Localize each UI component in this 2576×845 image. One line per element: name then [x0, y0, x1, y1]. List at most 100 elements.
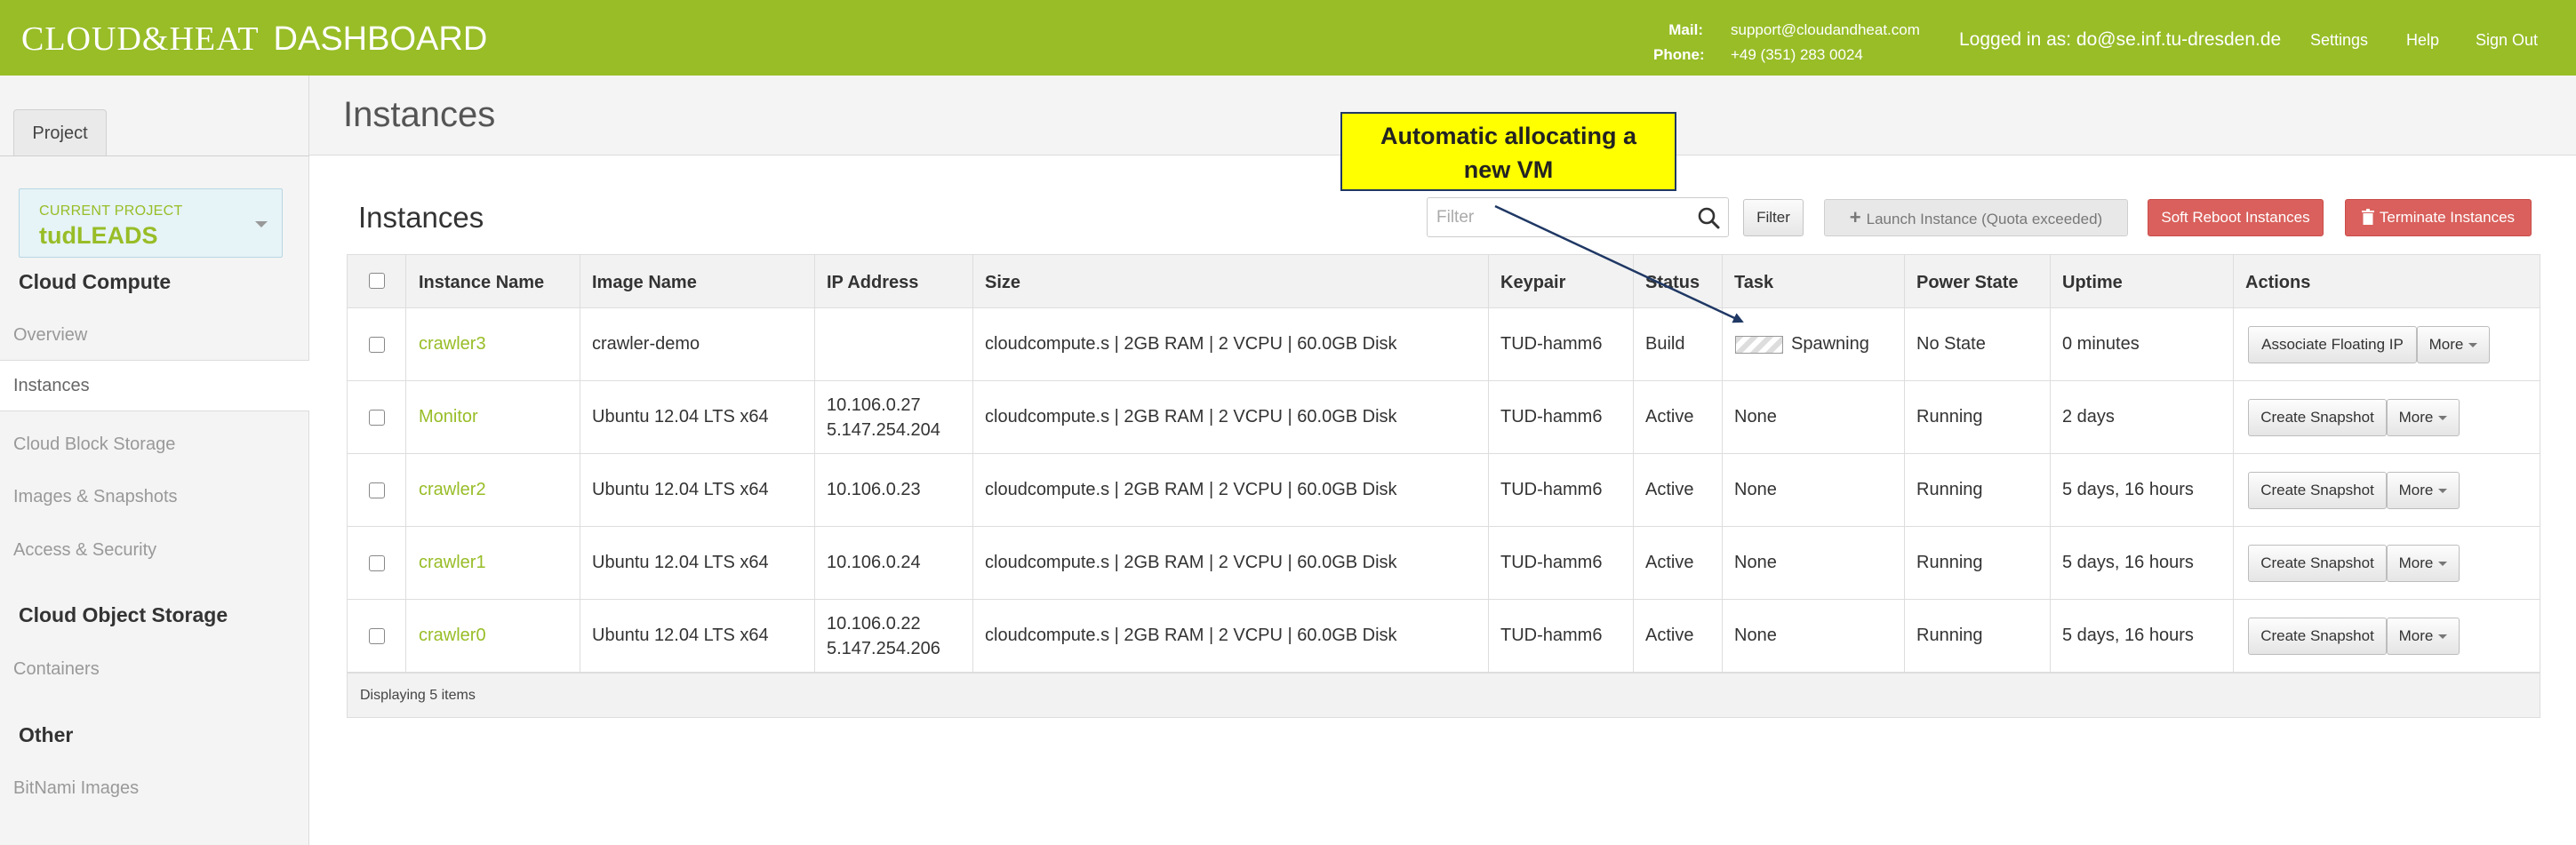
create-snapshot-button[interactable]: Create Snapshot [2248, 618, 2387, 655]
task: None [1734, 626, 1777, 645]
contact-values: support@cloudandheat.com +49 (351) 283 0… [1731, 18, 1920, 68]
brand-suffix: DASHBOARD [273, 20, 488, 58]
column-divider [814, 255, 815, 673]
brand-logo[interactable]: CLOUD&HEAT DASHBOARD [21, 20, 487, 59]
keypair: TUD-hamm6 [1500, 334, 1603, 354]
more-dropdown-button[interactable]: More [2417, 326, 2490, 363]
column-divider [1904, 255, 1905, 673]
col-size[interactable]: Size [985, 273, 1020, 293]
phone-value: +49 (351) 283 0024 [1731, 46, 1863, 63]
contact-labels: Mail: Phone: [1653, 18, 1705, 68]
image-name: Ubuntu 12.04 LTS x64 [592, 480, 769, 499]
project-switcher[interactable]: CURRENT PROJECT tudLEADS [19, 188, 283, 258]
callout-line-2: new VM [1463, 156, 1554, 183]
column-divider [1633, 255, 1634, 673]
sidebar-item-images-snapshots[interactable]: Images & Snapshots [13, 487, 178, 507]
caret-down-icon [2438, 416, 2448, 421]
instance-name-link[interactable]: crawler1 [419, 553, 486, 573]
current-project-name: tudLEADS [39, 222, 158, 249]
filter-field[interactable] [1427, 197, 1729, 237]
status: Active [1645, 626, 1694, 645]
launch-instance-button[interactable]: + Launch Instance (Quota exceeded) [1824, 199, 2128, 236]
sidebar-item-label: Instances [13, 376, 90, 395]
filter-button[interactable]: Filter [1743, 199, 1804, 236]
column-divider [405, 255, 406, 673]
more-label: More [2398, 482, 2434, 498]
filter-input[interactable] [1436, 205, 1685, 230]
plus-icon: + [1849, 206, 1861, 228]
current-project-label: CURRENT PROJECT [39, 203, 183, 219]
ip-address: 10.106.0.24 [827, 553, 921, 572]
col-image-name[interactable]: Image Name [592, 273, 697, 293]
sidebar-item-instances[interactable]: Instances [0, 360, 309, 411]
instances-table: Instance Name Image Name IP Address Size… [347, 254, 2540, 718]
settings-link[interactable]: Settings [2310, 31, 2368, 50]
more-dropdown-button[interactable]: More [2387, 618, 2460, 655]
more-dropdown-button[interactable]: More [2387, 399, 2460, 436]
terminate-instances-button[interactable]: Terminate Instances [2345, 199, 2532, 236]
logged-in-user: Logged in as: do@se.inf.tu-dresden.de [1959, 29, 2282, 50]
col-status[interactable]: Status [1645, 273, 1700, 293]
ip-floating: 5.147.254.204 [827, 420, 940, 440]
soft-reboot-button[interactable]: Soft Reboot Instances [2148, 199, 2324, 236]
more-dropdown-button[interactable]: More [2387, 472, 2460, 509]
image-name: Ubuntu 12.04 LTS x64 [592, 553, 769, 572]
help-link[interactable]: Help [2406, 31, 2439, 50]
create-snapshot-button[interactable]: Create Snapshot [2248, 472, 2387, 509]
status: Active [1645, 407, 1694, 426]
sidebar-item-containers[interactable]: Containers [13, 659, 100, 680]
power-state: Running [1916, 407, 1983, 426]
instance-name-link[interactable]: crawler3 [419, 334, 486, 355]
sidebar-item-cloud-block-storage[interactable]: Cloud Block Storage [13, 434, 175, 455]
image-name: Ubuntu 12.04 LTS x64 [592, 626, 769, 645]
create-snapshot-button[interactable]: Create Snapshot [2248, 399, 2387, 436]
associate-floating-ip-button[interactable]: Associate Floating IP [2248, 326, 2417, 363]
search-icon[interactable] [1697, 206, 1720, 229]
annotation-callout: Automatic allocating a new VM [1340, 112, 1676, 191]
uptime: 5 days, 16 hours [2062, 626, 2194, 645]
row-checkbox[interactable] [369, 337, 385, 353]
uptime: 5 days, 16 hours [2062, 480, 2194, 499]
instance-size: cloudcompute.s | 2GB RAM | 2 VCPU | 60.0… [985, 626, 1397, 645]
more-label: More [2428, 336, 2464, 353]
col-actions: Actions [2245, 273, 2311, 292]
create-snapshot-button[interactable]: Create Snapshot [2248, 545, 2387, 582]
column-divider [1488, 255, 1489, 673]
task: None [1734, 407, 1777, 426]
task-progress-bar [1735, 336, 1783, 354]
instance-name-link[interactable]: crawler2 [419, 480, 486, 500]
sidebar-item-bitnami-images[interactable]: BitNami Images [13, 778, 139, 799]
table-title: Instances [358, 201, 484, 234]
col-keypair[interactable]: Keypair [1500, 273, 1565, 293]
row-checkbox[interactable] [369, 410, 385, 426]
keypair: TUD-hamm6 [1500, 626, 1603, 645]
brand-name: CLOUD&HEAT [21, 20, 260, 58]
ip-address: 10.106.0.27 5.147.254.204 [827, 393, 940, 442]
ip-private: 10.106.0.22 [827, 614, 921, 634]
top-bar: CLOUD&HEAT DASHBOARD Mail: Phone: support… [0, 0, 2576, 76]
more-label: More [2398, 409, 2434, 426]
tab-project[interactable]: Project [13, 109, 107, 156]
col-instance-name[interactable]: Instance Name [419, 273, 544, 293]
mail-value[interactable]: support@cloudandheat.com [1731, 18, 1920, 43]
col-uptime[interactable]: Uptime [2062, 273, 2123, 293]
trash-icon [2361, 209, 2374, 225]
task: Spawning [1791, 334, 1869, 354]
instance-name-link[interactable]: Monitor [419, 407, 478, 427]
col-ip-address[interactable]: IP Address [827, 273, 918, 293]
instance-name-link[interactable]: crawler0 [419, 626, 486, 646]
image-name: crawler-demo [592, 334, 700, 354]
phone-label: Phone: [1653, 46, 1705, 63]
row-checkbox[interactable] [369, 482, 385, 498]
col-power-state[interactable]: Power State [1916, 273, 2018, 293]
sidebar-item-access-security[interactable]: Access & Security [13, 540, 156, 561]
row-checkbox[interactable] [369, 555, 385, 571]
row-checkbox[interactable] [369, 628, 385, 644]
sign-out-link[interactable]: Sign Out [2476, 31, 2538, 50]
select-all-checkbox[interactable] [369, 273, 385, 289]
col-task[interactable]: Task [1734, 273, 1773, 293]
caret-down-icon [2438, 634, 2448, 640]
sidebar-item-overview[interactable]: Overview [13, 325, 87, 346]
more-dropdown-button[interactable]: More [2387, 545, 2460, 582]
table-header-row: Instance Name Image Name IP Address Size… [348, 255, 2540, 308]
